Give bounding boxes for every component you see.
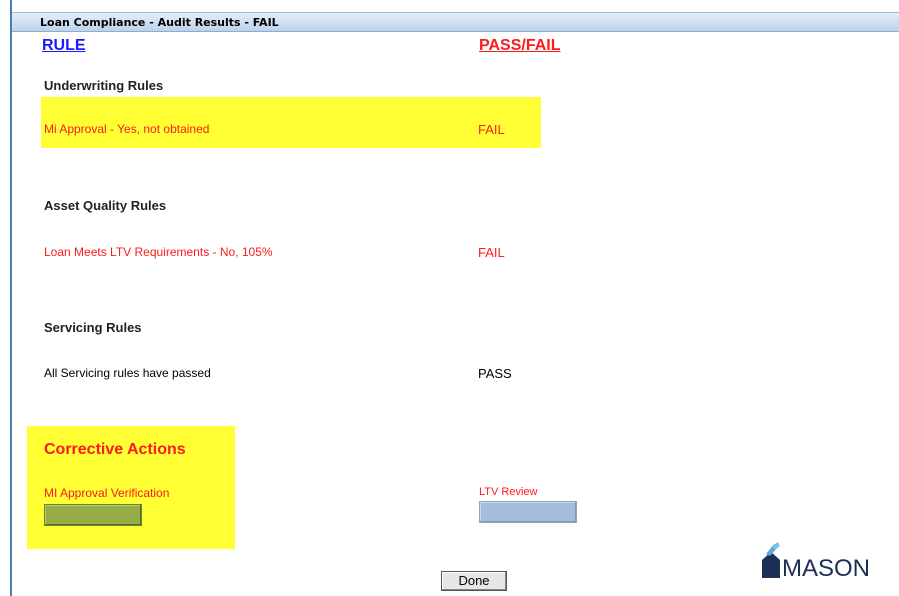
logo-wordmark: MASON: [782, 555, 871, 582]
asset-quality-rule-text: Loan Meets LTV Requirements - No, 105%: [44, 245, 273, 259]
servicing-rules-heading: Servicing Rules: [44, 320, 142, 335]
rule-column-header[interactable]: RULE: [42, 37, 86, 55]
underwriting-rule-result: FAIL: [478, 122, 505, 137]
ltv-review-label: LTV Review: [479, 486, 538, 498]
corrective-actions-heading: Corrective Actions: [44, 441, 186, 458]
mason-logo: MASON: [760, 540, 880, 582]
underwriting-rule-text: Mi Approval - Yes, not obtained: [44, 122, 210, 136]
title-bar: Loan Compliance - Audit Results - FAIL: [12, 12, 899, 32]
window-title: Loan Compliance - Audit Results - FAIL: [40, 16, 279, 29]
ltv-review-button[interactable]: [479, 501, 577, 523]
asset-quality-rule-result: FAIL: [478, 245, 505, 260]
window-left-border: [10, 0, 12, 596]
servicing-rule-text: All Servicing rules have passed: [44, 366, 211, 380]
done-button[interactable]: Done: [441, 571, 507, 591]
pass-fail-column-header[interactable]: PASS/FAIL: [479, 37, 561, 55]
mi-approval-verification-button[interactable]: [44, 504, 142, 526]
servicing-rule-result: PASS: [478, 366, 512, 381]
mi-approval-verification-label: MI Approval Verification: [44, 486, 170, 500]
asset-quality-rules-heading: Asset Quality Rules: [44, 198, 167, 213]
underwriting-rules-heading: Underwriting Rules: [44, 78, 164, 93]
